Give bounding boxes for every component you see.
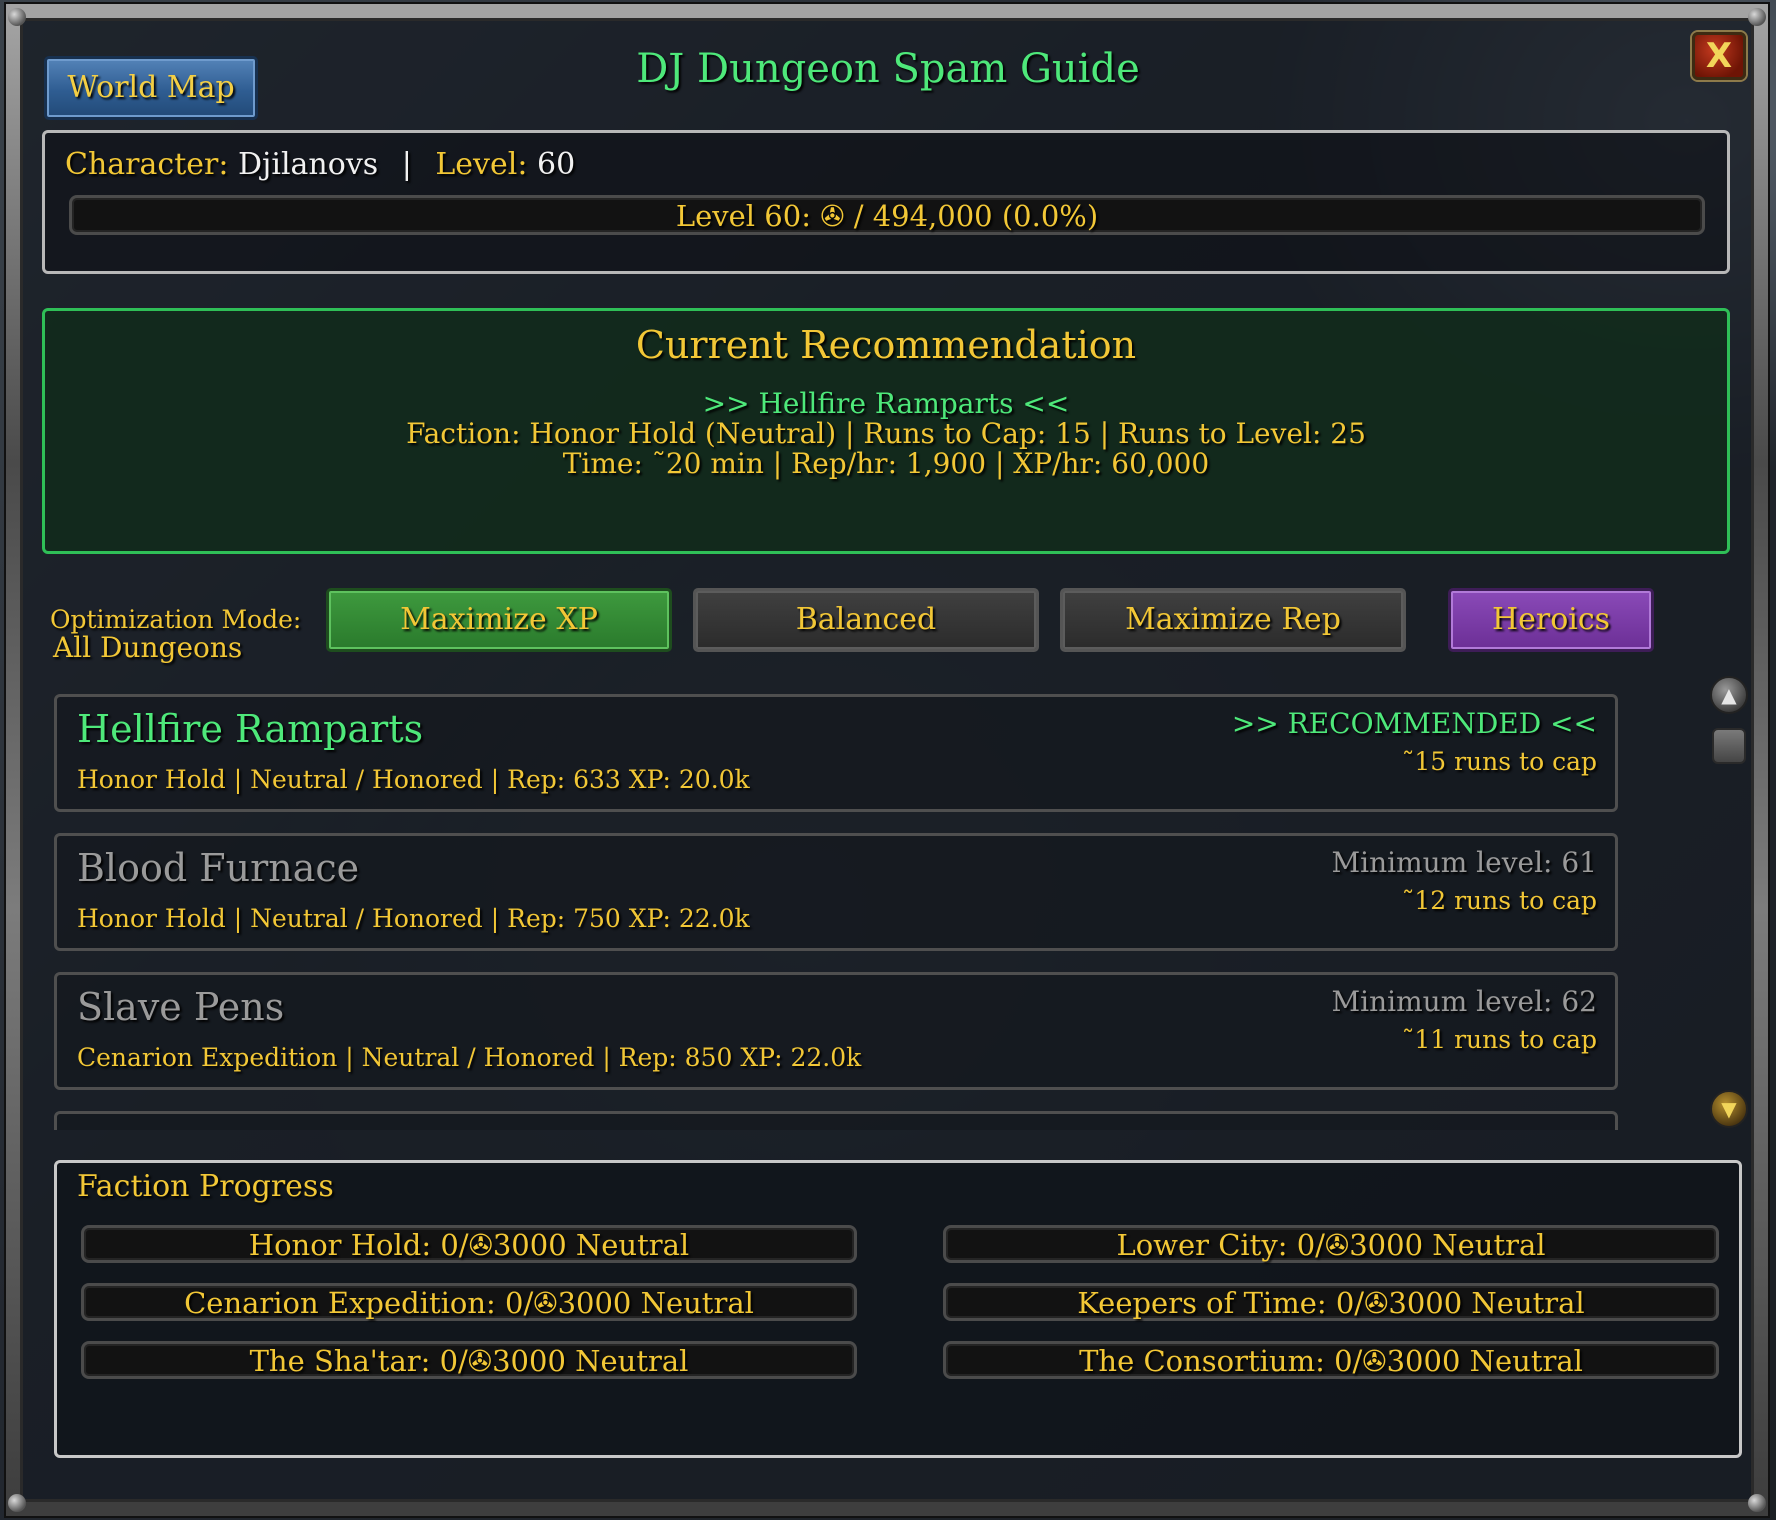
level-label: Level: xyxy=(435,147,528,182)
dungeon-runs-to-cap: ˜11 runs to cap xyxy=(1401,1025,1597,1054)
faction-bar-text: The Consortium: 0/✇3000 Neutral xyxy=(1079,1344,1583,1378)
faction-bar-text: Honor Hold: 0/✇3000 Neutral xyxy=(248,1228,690,1262)
dungeon-info: Cenarion Expedition | Neutral / Honored … xyxy=(77,1043,862,1072)
dungeon-name: Hellfire Ramparts xyxy=(77,707,424,751)
dungeon-list-scrollbar[interactable]: ▲ ▼ xyxy=(1708,676,1750,1130)
heroics-button[interactable]: Heroics xyxy=(1448,588,1654,652)
faction-bar-text: Lower City: 0/✇3000 Neutral xyxy=(1116,1228,1546,1262)
scroll-up-arrow-icon[interactable]: ▲ xyxy=(1710,676,1748,714)
frame-rivet xyxy=(8,8,26,26)
scroll-thumb[interactable] xyxy=(1712,728,1746,764)
dungeon-info: Honor Hold | Neutral / Honored | Rep: 75… xyxy=(77,904,750,933)
dungeon-name: Blood Furnace xyxy=(77,846,360,890)
recommended-dungeon: >> Hellfire Ramparts << xyxy=(702,387,1070,420)
dungeon-status: >> RECOMMENDED << xyxy=(1231,707,1597,740)
recommendation-time-line: Time: ˜20 min | Rep/hr: 1,900 | XP/hr: 6… xyxy=(562,447,1210,480)
dungeon-status: Minimum level: 62 xyxy=(1331,985,1597,1018)
dungeon-row-partial[interactable] xyxy=(54,1111,1618,1130)
character-label: Character: xyxy=(65,147,229,182)
xp-progress-text: Level 60: ✇ / 494,000 (0.0%) xyxy=(675,199,1099,233)
faction-bar-the-consortium: The Consortium: 0/✇3000 Neutral xyxy=(943,1341,1719,1379)
frame-rivet xyxy=(1748,8,1766,26)
faction-bar-lower-city: Lower City: 0/✇3000 Neutral xyxy=(943,1225,1719,1263)
dungeon-name: Slave Pens xyxy=(77,985,285,1029)
character-level: 60 xyxy=(537,147,576,182)
dungeon-row-blood-furnace[interactable]: Blood Furnace Honor Hold | Neutral / Hon… xyxy=(54,833,1618,951)
character-panel: Character: Djilanovs | Level: 60 Level 6… xyxy=(42,130,1730,274)
current-recommendation-panel: Current Recommendation >> Hellfire Rampa… xyxy=(42,308,1730,554)
character-name: Djilanovs xyxy=(238,147,379,182)
balanced-button[interactable]: Balanced xyxy=(693,588,1039,652)
faction-bar-honor-hold: Honor Hold: 0/✇3000 Neutral xyxy=(81,1225,857,1263)
dungeon-info: Honor Hold | Neutral / Honored | Rep: 63… xyxy=(77,765,750,794)
maximize-xp-button[interactable]: Maximize XP xyxy=(326,588,672,652)
frame-rivet xyxy=(1748,1494,1766,1512)
optimization-mode-label: Optimization Mode: All Dungeons xyxy=(50,606,301,662)
maximize-rep-button[interactable]: Maximize Rep xyxy=(1060,588,1406,652)
faction-progress-title: Faction Progress xyxy=(77,1169,334,1204)
optimization-mode-value: All Dungeons xyxy=(53,631,243,664)
dungeon-status: Minimum level: 61 xyxy=(1331,846,1597,879)
dungeon-list: Hellfire Ramparts Honor Hold | Neutral /… xyxy=(54,690,1618,1130)
faction-bar-keepers-of-time: Keepers of Time: 0/✇3000 Neutral xyxy=(943,1283,1719,1321)
frame-rivet xyxy=(8,1494,26,1512)
scroll-down-arrow-icon[interactable]: ▼ xyxy=(1710,1090,1748,1128)
faction-bar-text: Keepers of Time: 0/✇3000 Neutral xyxy=(1077,1286,1585,1320)
faction-progress-panel: Faction Progress Honor Hold: 0/✇3000 Neu… xyxy=(54,1160,1742,1458)
faction-bar-the-shatar: The Sha'tar: 0/✇3000 Neutral xyxy=(81,1341,857,1379)
xp-progress-bar: Level 60: ✇ / 494,000 (0.0%) xyxy=(69,195,1705,235)
faction-bar-cenarion-expedition: Cenarion Expedition: 0/✇3000 Neutral xyxy=(81,1283,857,1321)
window-title: DJ Dungeon Spam Guide xyxy=(636,46,1140,92)
recommendation-faction-line: Faction: Honor Hold (Neutral) | Runs to … xyxy=(406,417,1366,450)
faction-bar-text: The Sha'tar: 0/✇3000 Neutral xyxy=(249,1344,689,1378)
faction-bar-text: Cenarion Expedition: 0/✇3000 Neutral xyxy=(184,1286,754,1320)
recommendation-heading: Current Recommendation xyxy=(635,323,1137,367)
optimization-mode-caption: Optimization Mode: xyxy=(50,605,302,634)
separator: | xyxy=(401,147,412,182)
character-info: Character: Djilanovs | Level: 60 xyxy=(65,147,575,182)
dungeon-row-hellfire-ramparts[interactable]: Hellfire Ramparts Honor Hold | Neutral /… xyxy=(54,694,1618,812)
dungeon-runs-to-cap: ˜12 runs to cap xyxy=(1401,886,1597,915)
dungeon-runs-to-cap: ˜15 runs to cap xyxy=(1401,747,1597,776)
dungeon-row-slave-pens[interactable]: Slave Pens Cenarion Expedition | Neutral… xyxy=(54,972,1618,1090)
